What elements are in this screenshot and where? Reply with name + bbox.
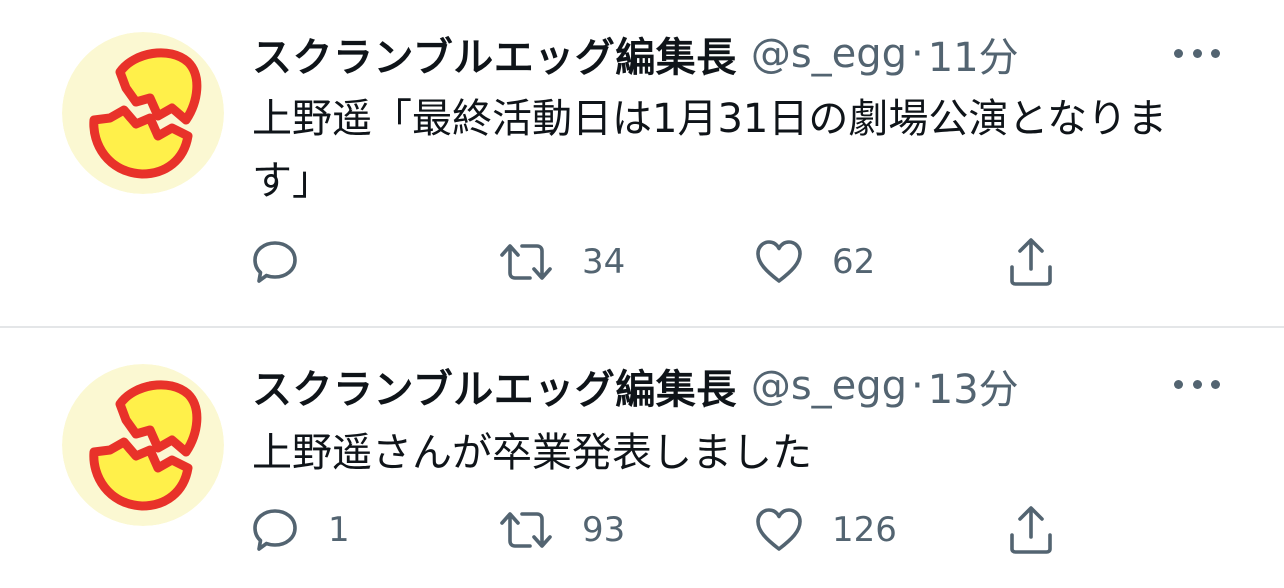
more-icon [1174, 48, 1183, 58]
retweet-button[interactable]: 93 [498, 500, 625, 560]
like-count: 126 [832, 510, 897, 550]
display-name[interactable]: スクランブルエッグ編集長 [252, 25, 737, 83]
display-name[interactable]: スクランブルエッグ編集長 [252, 357, 737, 415]
more-icon [1211, 48, 1220, 58]
more-icon [1211, 379, 1220, 389]
share-icon [1010, 238, 1052, 286]
share-button[interactable] [1006, 500, 1056, 560]
more-icon [1192, 48, 1202, 58]
reply-button[interactable] [250, 232, 328, 292]
like-button[interactable]: 62 [754, 232, 875, 292]
share-icon [1010, 506, 1052, 554]
reply-button[interactable]: 1 [250, 500, 350, 560]
retweet-button[interactable]: 34 [498, 232, 625, 292]
egg-logo-icon [62, 32, 224, 194]
like-button[interactable]: 126 [754, 500, 897, 560]
timeline: スクランブルエッグ編集長 @s_egg · 11分 上野遥「最終活動日は1月31… [0, 0, 1284, 588]
timestamp[interactable]: 13分 [928, 357, 1019, 415]
avatar[interactable] [62, 32, 224, 194]
more-options-button[interactable] [1174, 43, 1220, 63]
tweet-text: 上野遥さんが卒業発表しました [252, 430, 812, 476]
tweet[interactable]: スクランブルエッグ編集長 @s_egg · 13分 上野遥さんが卒業発表しました… [0, 328, 1284, 588]
retweet-icon [500, 512, 552, 548]
reply-icon [253, 509, 297, 551]
reply-count: 1 [328, 510, 350, 550]
user-handle[interactable]: @s_egg [751, 363, 907, 409]
separator: · [911, 31, 924, 77]
tweet-header: スクランブルエッグ編集長 @s_egg · 13分 [252, 358, 1019, 414]
separator: · [911, 363, 924, 409]
more-options-button[interactable] [1174, 374, 1220, 394]
tweet-actions: 34 62 [0, 232, 1284, 292]
more-icon [1192, 379, 1202, 389]
tweet-text: 上野遥「最終活動日は1月31日の劇場公演となります」 [252, 96, 1168, 204]
share-button[interactable] [1006, 232, 1056, 292]
user-handle[interactable]: @s_egg [751, 31, 907, 77]
retweet-icon [500, 244, 552, 280]
retweet-count: 34 [582, 242, 626, 282]
tweet-actions: 1 93 126 [0, 500, 1284, 560]
heart-icon [756, 240, 802, 283]
reply-icon [253, 241, 297, 283]
like-count: 62 [832, 242, 876, 282]
tweet[interactable]: スクランブルエッグ編集長 @s_egg · 11分 上野遥「最終活動日は1月31… [0, 0, 1284, 326]
heart-icon [756, 508, 802, 551]
more-icon [1174, 379, 1183, 389]
tweet-header: スクランブルエッグ編集長 @s_egg · 11分 [252, 26, 1019, 82]
timestamp[interactable]: 11分 [928, 25, 1019, 83]
retweet-count: 93 [582, 510, 626, 550]
